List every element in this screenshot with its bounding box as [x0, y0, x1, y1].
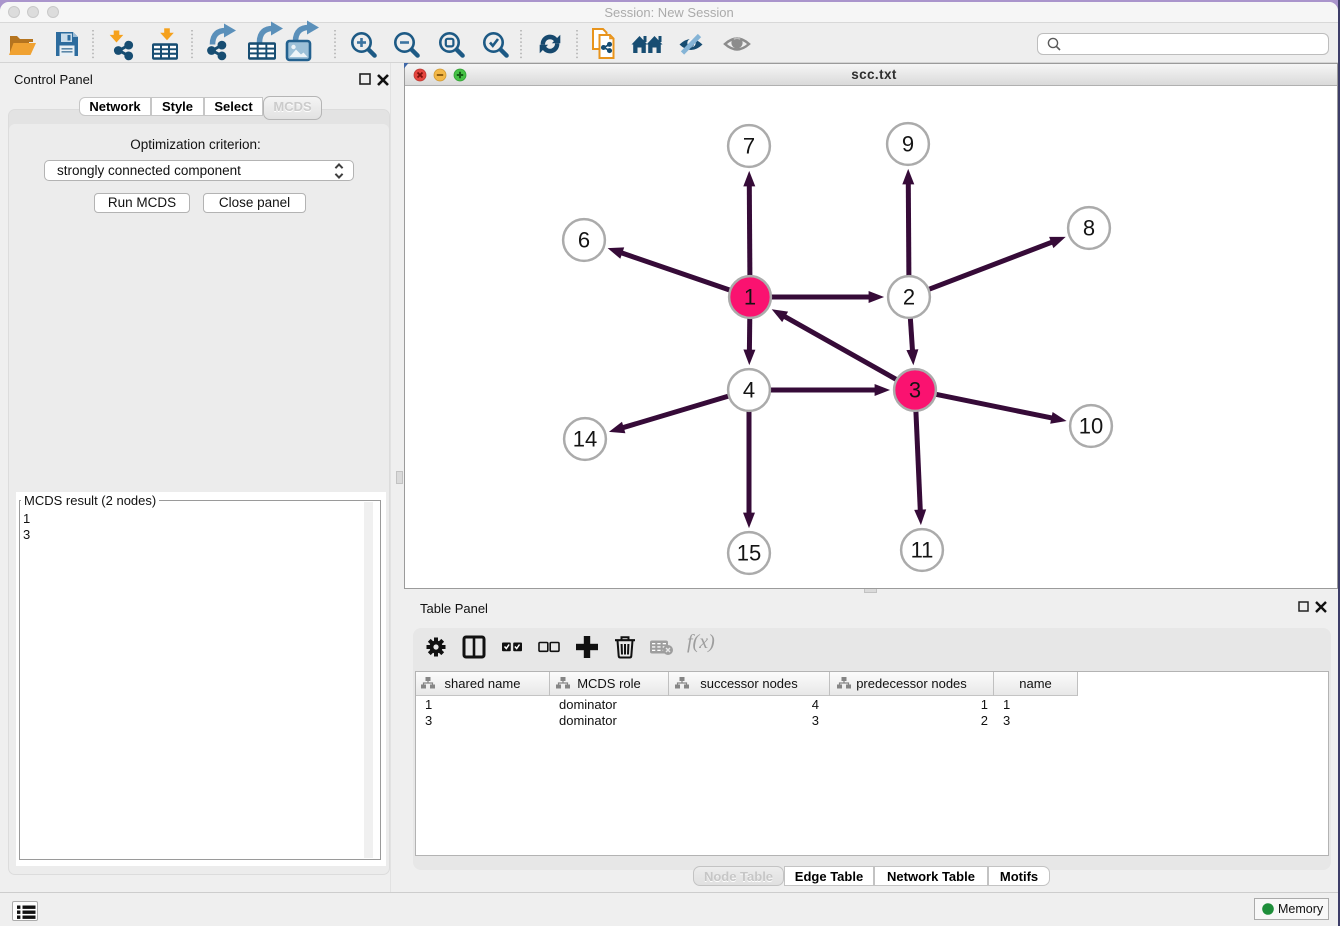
svg-text:14: 14	[573, 427, 597, 452]
svg-text:11: 11	[911, 538, 934, 563]
svg-text:2: 2	[903, 285, 915, 310]
svg-text:4: 4	[743, 378, 755, 403]
svg-text:1: 1	[744, 285, 756, 310]
svg-text:10: 10	[1079, 414, 1103, 439]
svg-text:15: 15	[737, 541, 761, 566]
svg-text:7: 7	[743, 134, 755, 159]
svg-text:8: 8	[1083, 216, 1095, 241]
svg-text:3: 3	[909, 378, 921, 403]
svg-text:6: 6	[578, 228, 590, 253]
svg-text:9: 9	[902, 132, 914, 157]
